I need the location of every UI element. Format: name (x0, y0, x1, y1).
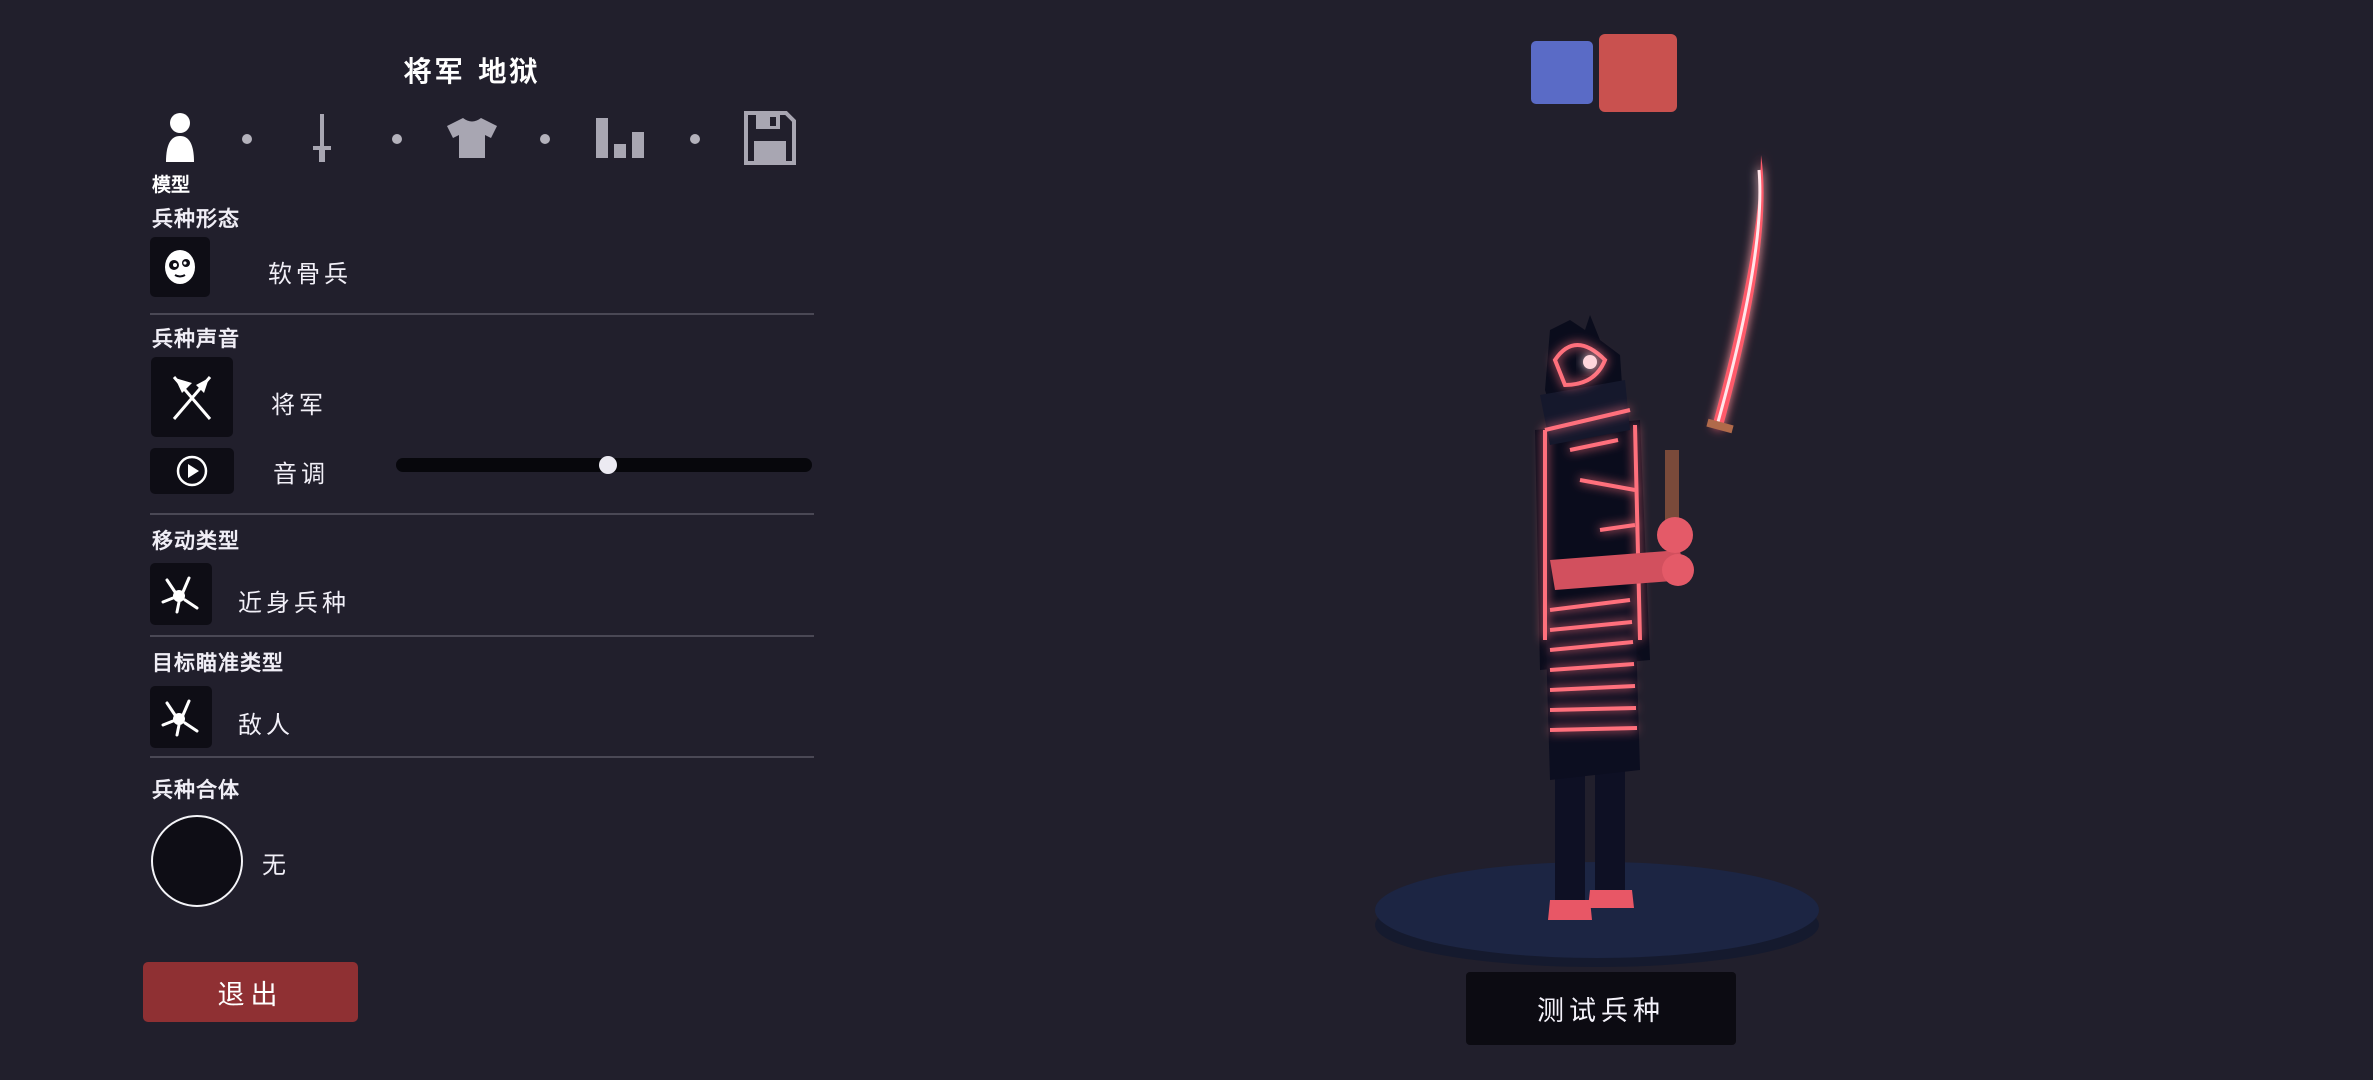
stats-bars-icon (596, 118, 644, 158)
unit-form-label: 兵种形态 (152, 207, 240, 231)
section-divider (150, 313, 814, 315)
movement-type-icon-button[interactable] (150, 563, 212, 625)
save-floppy-icon (744, 111, 796, 165)
unit-form-icon-button[interactable] (150, 237, 210, 297)
tab-separator-dot (392, 134, 402, 144)
tab-stats[interactable] (590, 108, 650, 168)
katana-blade (1712, 155, 1764, 430)
unit-voice-value: 将军 (271, 391, 327, 419)
unit-title: 将军 地狱 (403, 55, 541, 88)
target-unit-icon (161, 699, 199, 737)
ragdoll-face-icon (165, 250, 195, 284)
targeting-type-value: 敌人 (238, 711, 294, 739)
crossed-flags-icon (172, 376, 212, 420)
shirt-icon (447, 118, 497, 158)
targeting-type-label: 目标瞄准类型 (152, 651, 284, 675)
person-icon (166, 113, 194, 162)
unit-voice-label: 兵种声音 (152, 327, 240, 351)
movement-type-label: 移动类型 (152, 529, 240, 553)
tab-separator-dot (690, 134, 700, 144)
play-circle-icon (176, 455, 208, 487)
team-red-button[interactable] (1599, 34, 1677, 112)
unit-combine-label: 兵种合体 (152, 778, 240, 802)
tab-save[interactable] (740, 108, 800, 168)
play-voice-button[interactable] (150, 448, 234, 494)
section-divider (150, 513, 814, 515)
unit-combine-value: 无 (262, 851, 290, 879)
pitch-label: 音调 (273, 460, 329, 488)
section-divider (150, 756, 814, 758)
tab-separator-dot (540, 134, 550, 144)
sword-icon (313, 114, 331, 162)
unit-body (1535, 420, 1650, 780)
unit-head (1540, 315, 1631, 445)
unit-preview[interactable] (1350, 130, 1850, 980)
tab-separator-dot (242, 134, 252, 144)
active-tab-label: 模型 (152, 174, 191, 196)
section-divider (150, 635, 814, 637)
exit-button[interactable]: 退出 (143, 962, 358, 1022)
tab-clothing[interactable] (442, 108, 502, 168)
unit-combine-slot[interactable] (151, 815, 243, 907)
unit-form-value: 软骨兵 (268, 260, 352, 288)
tab-model[interactable] (150, 108, 210, 168)
unit-voice-icon-button[interactable] (151, 357, 233, 437)
team-blue-button[interactable] (1531, 41, 1593, 104)
tab-weapons[interactable] (292, 108, 352, 168)
movement-type-value: 近身兵种 (238, 589, 350, 617)
targeting-type-icon-button[interactable] (150, 686, 212, 748)
test-unit-button[interactable]: 测试兵种 (1466, 972, 1736, 1045)
melee-unit-icon (161, 576, 199, 614)
unit-legs (1548, 770, 1634, 920)
